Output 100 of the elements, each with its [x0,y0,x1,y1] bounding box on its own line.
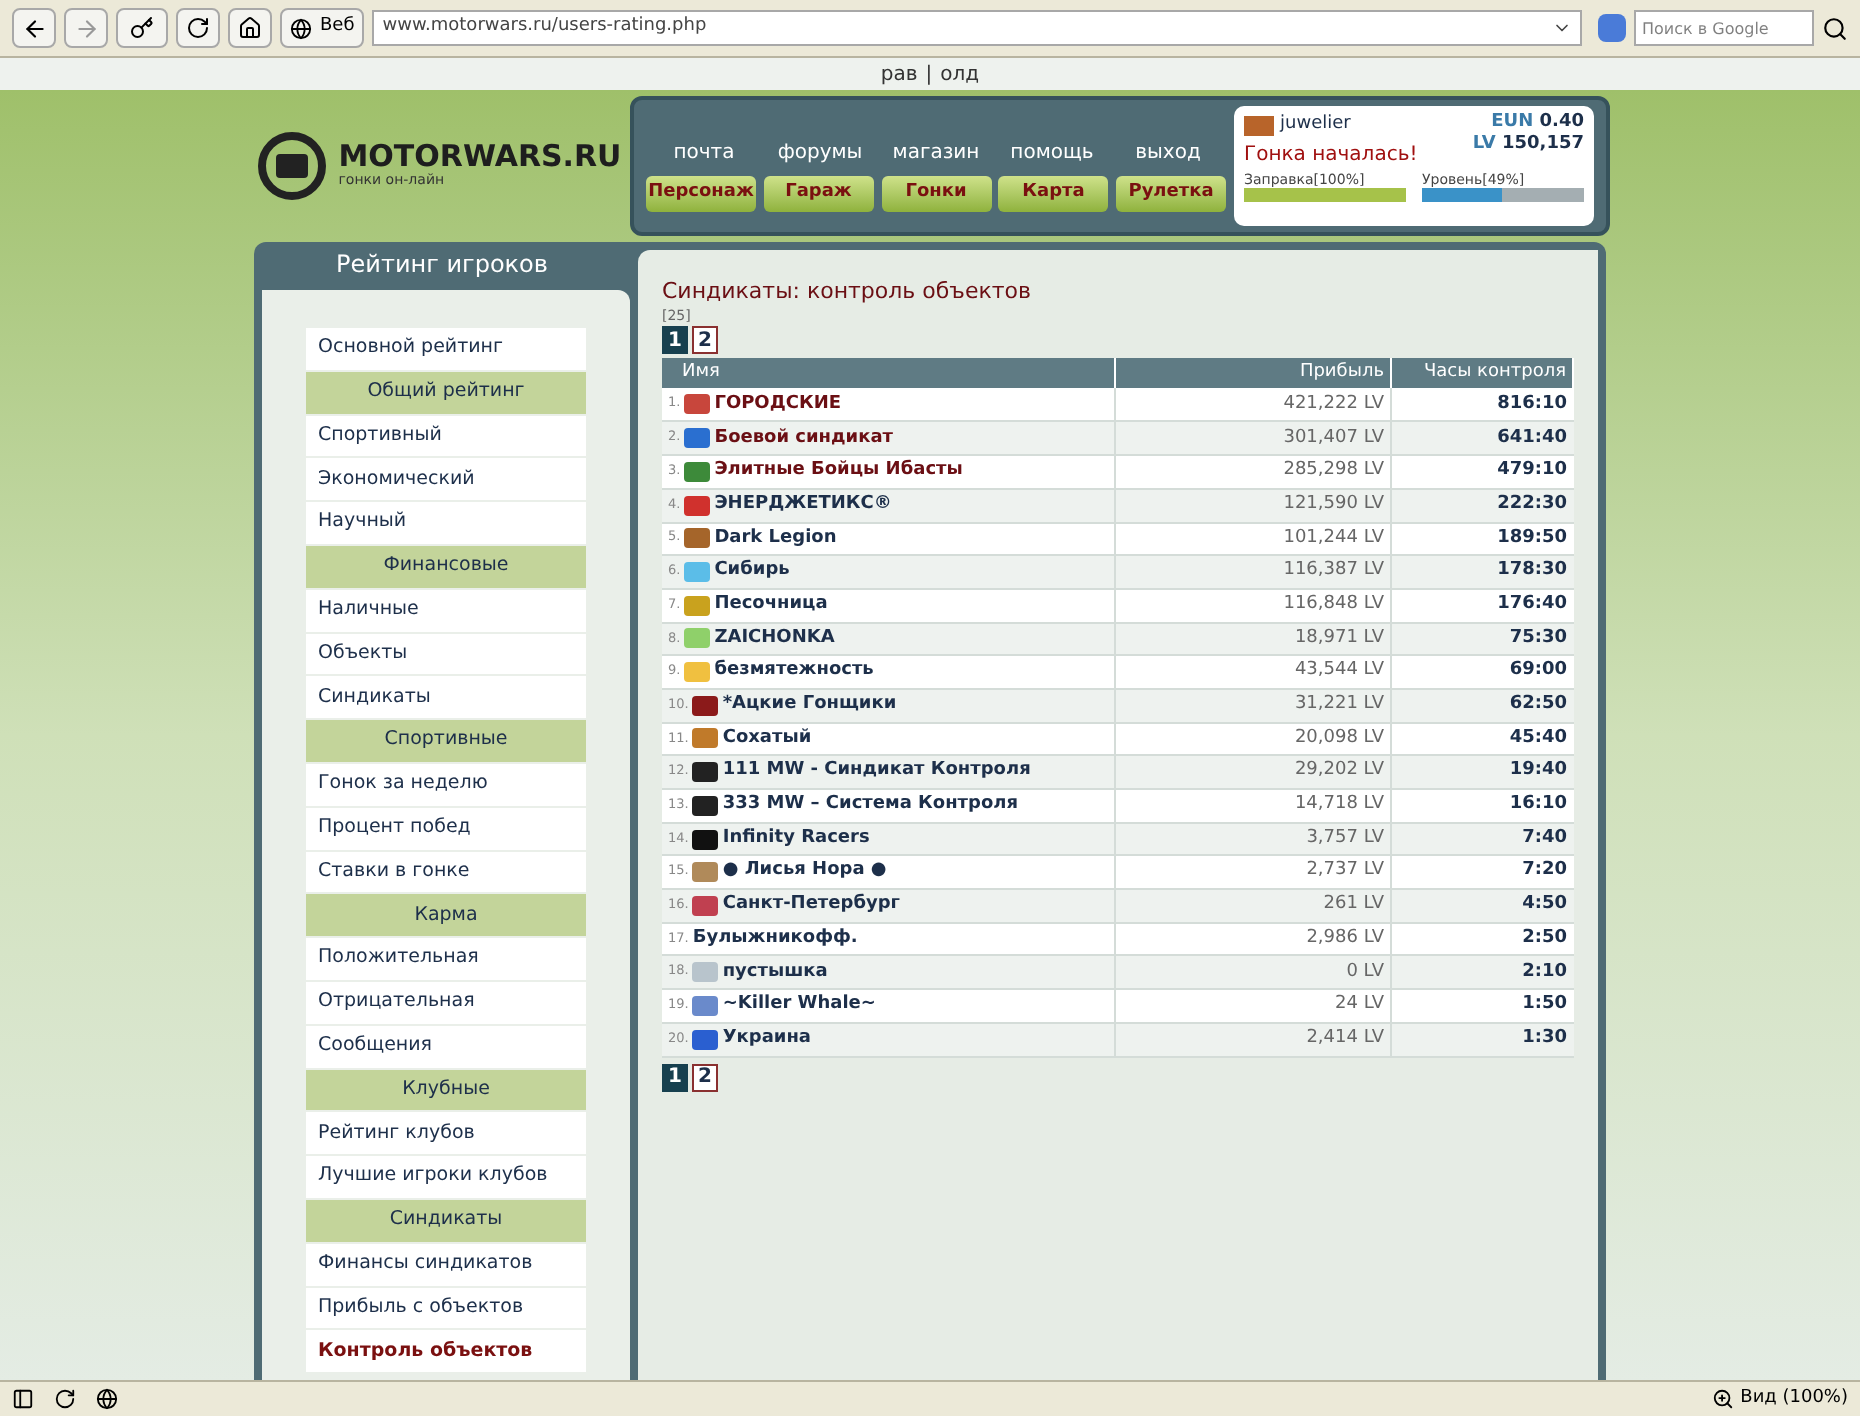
hours-cell: 479:10 [1391,455,1573,489]
nav-button[interactable]: Гараж [763,175,874,211]
profit-cell: 31,221 LV [1115,688,1391,723]
syndicate-name[interactable]: ~Killer Whale~ [722,992,876,1020]
sidebar-item[interactable]: Сообщения [306,1025,586,1068]
sidebar-item[interactable]: Контроль объектов [306,1330,586,1373]
link-separator: | [925,61,933,89]
sidebar-item[interactable]: Экономический [306,458,586,501]
syndicate-name[interactable]: ГОРОДСКИЕ [714,391,841,419]
refresh-icon[interactable] [54,1388,76,1410]
search-field[interactable]: Поиск в Google [1634,10,1814,46]
syndicate-name[interactable]: пустышка [722,959,828,987]
hours-cell: 62:50 [1391,688,1573,723]
hours-cell: 69:00 [1391,655,1573,689]
sidebar-item[interactable]: Отрицательная [306,981,586,1024]
page-link[interactable]: 1 [662,1063,688,1091]
zoom-level[interactable]: Вид (100%) [1740,1385,1848,1413]
syndicate-name[interactable]: Сибирь [714,558,790,586]
sidebar-item[interactable]: Рейтинг клубов [306,1112,586,1155]
sidebar-header: Спортивные [306,720,586,762]
sidebar-toggle-icon[interactable] [12,1388,34,1410]
profit-cell: 43,544 LV [1115,655,1391,689]
nav-button[interactable]: Гонки [881,175,991,211]
sidebar-header: Общий рейтинг [306,371,586,414]
profit-cell: 116,848 LV [1115,588,1391,623]
nav-button[interactable]: Рулетка [1116,175,1226,211]
sidebar-item[interactable]: Лучшие игроки клубов [306,1156,586,1198]
syndicate-name[interactable]: Элитные Бойцы Ибасты [714,458,963,486]
syndicate-name[interactable]: Санкт-Петербург [722,892,900,920]
nav-button[interactable]: Персонаж [646,175,756,211]
syndicate-name[interactable]: ● Лисья Нора ● [722,858,887,886]
profit-cell: 14,718 LV [1115,789,1391,823]
syndicate-name[interactable]: Боевой синдикат [714,425,893,453]
page-title: Синдикаты: контроль объектов [662,278,1033,306]
sidebar-header: Клубные [306,1069,586,1111]
nav-link[interactable]: почта [648,121,760,167]
sidebar-title: Рейтинг игроков [334,248,550,282]
hours-cell: 189:50 [1391,522,1573,556]
profit-cell: 116,387 LV [1115,555,1391,589]
hours-cell: 1:30 [1391,1022,1573,1056]
sidebar-item[interactable]: Синдикаты [306,676,586,719]
hours-cell: 7:40 [1391,822,1573,856]
syndicate-name[interactable]: безмятежность [714,658,874,686]
page-link[interactable]: 1 [662,326,688,355]
hours-cell: 7:20 [1391,855,1573,890]
logo-icon [258,132,327,200]
home-button[interactable] [228,8,272,48]
nav-button[interactable]: Карта [998,175,1109,211]
sidebar-item[interactable]: Финансы синдикатов [306,1243,586,1286]
sidebar-item[interactable]: Прибыль с объектов [306,1287,586,1329]
user-name[interactable]: juwelier [1280,112,1351,139]
syndicate-name[interactable]: Dark Legion [714,525,837,553]
nav-link[interactable]: форумы [764,121,876,167]
sidebar-item[interactable]: Спортивный [306,415,586,457]
reload-button[interactable] [176,8,220,48]
syndicate-name[interactable]: ЭНЕРДЖЕТИКС® [714,491,892,519]
search-icon[interactable] [1822,15,1848,41]
syndicate-name[interactable]: 111 MW - Синдикат Контроля [722,758,1031,786]
globe-icon [290,17,312,39]
sidebar-item[interactable]: Наличные [306,589,586,632]
key-button[interactable] [116,8,168,48]
sidebar-item[interactable]: Научный [306,502,586,544]
nav-link[interactable]: помощь [996,121,1108,167]
currency-balance: LV 150,157 [1472,134,1584,157]
top-link[interactable]: рав [880,59,918,89]
syndicate-name[interactable]: ZAICHONKA [714,625,835,653]
zoom-icon [1712,1388,1735,1410]
page-link[interactable]: 2 [692,326,718,355]
home-icon [238,16,262,40]
key-icon [130,16,154,40]
reload-icon [186,16,210,40]
sidebar-item[interactable]: Гонок за неделю [306,763,586,806]
sidebar-item[interactable]: Положительная [306,938,586,980]
page-link[interactable]: 2 [692,1063,718,1091]
profit-cell: 121,590 LV [1115,488,1391,522]
race-status: Гонка началась! [1244,141,1418,169]
hours-cell: 816:10 [1391,388,1573,422]
syndicate-name[interactable]: Украина [722,1025,812,1053]
sidebar-item[interactable]: Основной рейтинг [306,328,586,370]
sidebar-header: Финансовые [306,545,586,588]
back-button[interactable] [12,8,56,48]
syndicate-name[interactable]: Булыжникофф. [692,925,858,953]
hours-cell: 2:10 [1391,955,1573,990]
globe-icon[interactable] [96,1388,118,1410]
nav-link[interactable]: магазин [880,121,992,167]
syndicate-name[interactable]: Сохатый [722,725,812,753]
sidebar-item[interactable]: Ставки в гонке [306,851,586,893]
top-link[interactable]: олд [940,59,980,89]
profit-cell: 261 LV [1115,889,1391,923]
hours-cell: 19:40 [1391,755,1573,789]
syndicate-name[interactable]: Infinity Racers [722,825,870,853]
hours-cell: 1:50 [1391,989,1573,1023]
web-button[interactable]: Веб [280,8,365,48]
syndicate-name[interactable]: Песочница [714,591,828,619]
syndicate-name[interactable]: 333 MW – Система Контроля [722,792,1019,820]
syndicate-name[interactable]: *Ацкие Гонщики [722,692,897,720]
address-field[interactable]: www.motorwars.ru/users-rating.php [372,10,1582,46]
nav-link[interactable]: выход [1112,121,1224,167]
sidebar-item[interactable]: Объекты [306,633,586,675]
sidebar-item[interactable]: Процент побед [306,807,586,850]
